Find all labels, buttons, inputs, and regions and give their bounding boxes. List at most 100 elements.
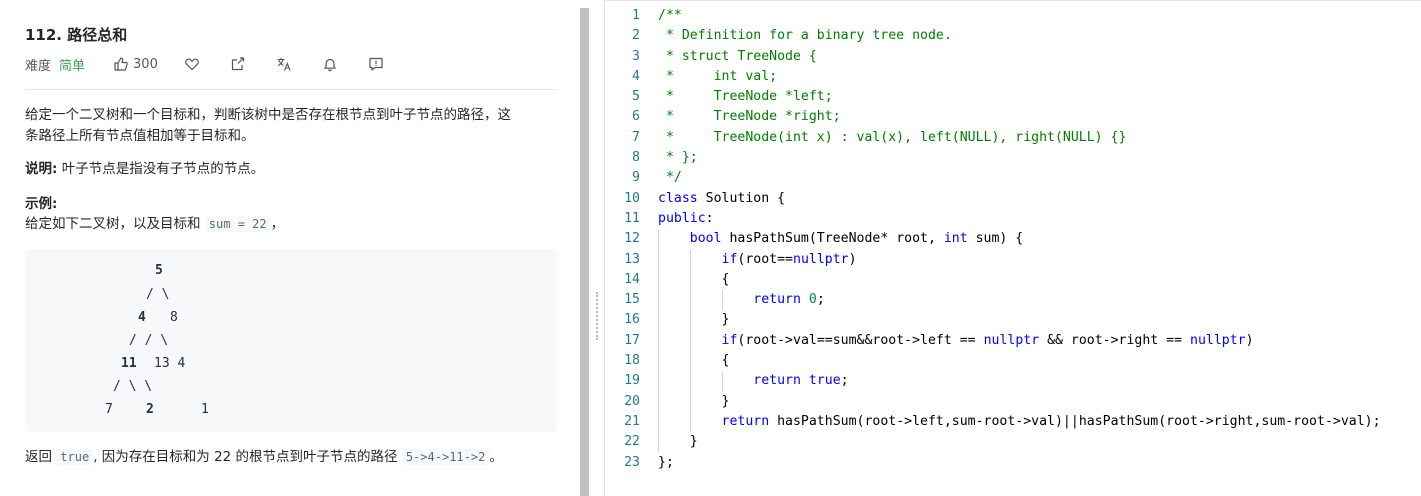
code-token: true [808, 373, 841, 389]
code-text: return hasPathSum(root->left,sum-root->v… [658, 412, 1381, 432]
code-line[interactable]: 17 if(root->val==sum&&root->left == null… [604, 330, 1421, 352]
tree-edges: / / \ [129, 333, 169, 348]
code-token: * int val; [658, 68, 778, 84]
code-text: return true; [658, 371, 849, 391]
code-line[interactable]: 7 * TreeNode(int x) : val(x), left(NULL)… [604, 128, 1421, 148]
code-line[interactable]: 15 return 0; [604, 290, 1421, 311]
code-token: /** [658, 8, 682, 23]
tree-node: 5 [155, 263, 163, 278]
answer-path-code: 5->4->11->2 [401, 449, 490, 465]
code-text: */ [658, 168, 682, 188]
code-token: ; [840, 373, 849, 389]
code-token: } [658, 393, 730, 409]
code-token: nullptr [1190, 332, 1246, 348]
panel-resize-gutter[interactable] [589, 0, 604, 496]
code-text: } [658, 432, 698, 452]
tree-node: 11 [121, 356, 137, 371]
code-token: * }; [658, 150, 698, 166]
code-line[interactable]: 3 * struct TreeNode { [604, 47, 1421, 67]
code-token: * TreeNode *left; [658, 89, 833, 105]
problem-note: 说明: 叶子节点是指没有子节点的节点。 [25, 159, 560, 180]
code-line[interactable]: 1 /** [604, 6, 1421, 26]
thumb-up-icon[interactable] [113, 56, 129, 72]
line-number: 3 [632, 48, 640, 64]
code-editor-lines[interactable]: 1 /** 2 * Definition for a binary tree nod… [604, 6, 1421, 473]
code-token: bool [689, 231, 722, 247]
code-line[interactable]: 16 } [604, 310, 1421, 331]
share-icon[interactable] [230, 56, 246, 72]
like-count: 300 [133, 56, 158, 72]
code-line[interactable]: 19 return true; [604, 371, 1421, 392]
translate-icon[interactable] [276, 56, 292, 72]
code-token: }; [658, 454, 674, 470]
line-number: 4 [632, 68, 640, 84]
example-intro: 给定如下二叉树，以及目标和 sum = 22， [25, 214, 560, 235]
heart-icon[interactable] [184, 56, 200, 72]
feedback-icon[interactable] [368, 56, 384, 72]
code-token: (root== [737, 251, 793, 267]
code-line[interactable]: 23}; [604, 453, 1421, 473]
line-number: 17 [624, 332, 640, 348]
code-token: sum) { [967, 231, 1024, 247]
code-line[interactable]: 8 * }; [604, 148, 1421, 168]
bell-icon[interactable] [322, 56, 338, 72]
example-intro-tail: ， [270, 216, 285, 232]
tree-node: 7 [105, 402, 113, 417]
code-line[interactable]: 11 public: [604, 209, 1421, 229]
line-number: 11 [624, 210, 640, 226]
code-line[interactable]: 9 */ [604, 168, 1421, 188]
code-line[interactable]: 22 } [604, 432, 1421, 453]
tree-edges: / \ \ [113, 379, 153, 394]
code-token: return [721, 413, 770, 429]
code-token: hasPathSum(root->left,sum-root->val)||ha… [769, 413, 1381, 429]
line-number: 12 [624, 231, 640, 247]
code-text: * struct TreeNode { [658, 47, 817, 67]
code-text: if(root->val==sum&&root->left == nullptr… [658, 331, 1254, 351]
code-line[interactable]: 4 * int val; [604, 67, 1421, 87]
line-number: 18 [624, 353, 640, 369]
tree-node: 8 [170, 310, 178, 325]
code-line[interactable]: 12 bool hasPathSum(TreeNode* root, int s… [604, 229, 1421, 250]
code-line[interactable]: 6 * TreeNode *right; [604, 107, 1421, 127]
tree-edges: / \ [146, 287, 170, 302]
code-token: nullptr [793, 251, 849, 267]
code-line[interactable]: 18 { [604, 351, 1421, 372]
difficulty-badge: 简单 [59, 58, 86, 74]
code-token: * TreeNode *right; [658, 109, 841, 125]
problem-description: 给定一个二叉树和一个目标和，判断该树中是否存在根节点到叶子节点的路径，这 条路径… [25, 105, 560, 147]
code-line[interactable]: 20 } [604, 391, 1421, 412]
line-number: 15 [624, 292, 640, 308]
code-text: class Solution { [658, 189, 785, 209]
code-token: class [658, 190, 698, 206]
problem-meta-bar: 难度 简单 300 [25, 54, 384, 74]
answer-end: 。 [489, 449, 503, 465]
code-line[interactable]: 10 class Solution { [604, 189, 1421, 209]
left-panel-scrollbar[interactable] [580, 8, 589, 496]
resize-grip-icon[interactable] [596, 292, 600, 340]
example-heading: 示例: [25, 194, 560, 215]
problem-panel: 112. 路径总和 难度 简单 300 给定一个二叉树和一个目标和，判断该树中是… [0, 0, 584, 496]
divider [25, 89, 557, 90]
line-number: 21 [624, 413, 640, 429]
code-token: : [705, 210, 714, 226]
line-number: 23 [624, 454, 640, 470]
line-number: 14 [624, 271, 640, 287]
code-token: nullptr [983, 332, 1040, 348]
code-token: (root->val==sum&&root->left == [737, 332, 984, 348]
line-number: 19 [624, 373, 640, 389]
code-text: bool hasPathSum(TreeNode* root, int sum)… [658, 229, 1023, 249]
tree-node: 13 4 [154, 356, 186, 371]
code-line[interactable]: 2 * Definition for a binary tree node. [604, 26, 1421, 46]
line-number: 13 [624, 251, 640, 267]
code-line[interactable]: 14 { [604, 269, 1421, 291]
code-token: 0 [808, 292, 817, 308]
code-line[interactable]: 13 if(root==nullptr) [604, 249, 1421, 270]
code-line[interactable]: 5 * TreeNode *left; [604, 87, 1421, 107]
code-line[interactable]: 21 return hasPathSum(root->left,sum-root… [604, 411, 1421, 433]
code-text: * Definition for a binary tree node. [658, 26, 952, 46]
example-label: 示例: [25, 196, 58, 212]
